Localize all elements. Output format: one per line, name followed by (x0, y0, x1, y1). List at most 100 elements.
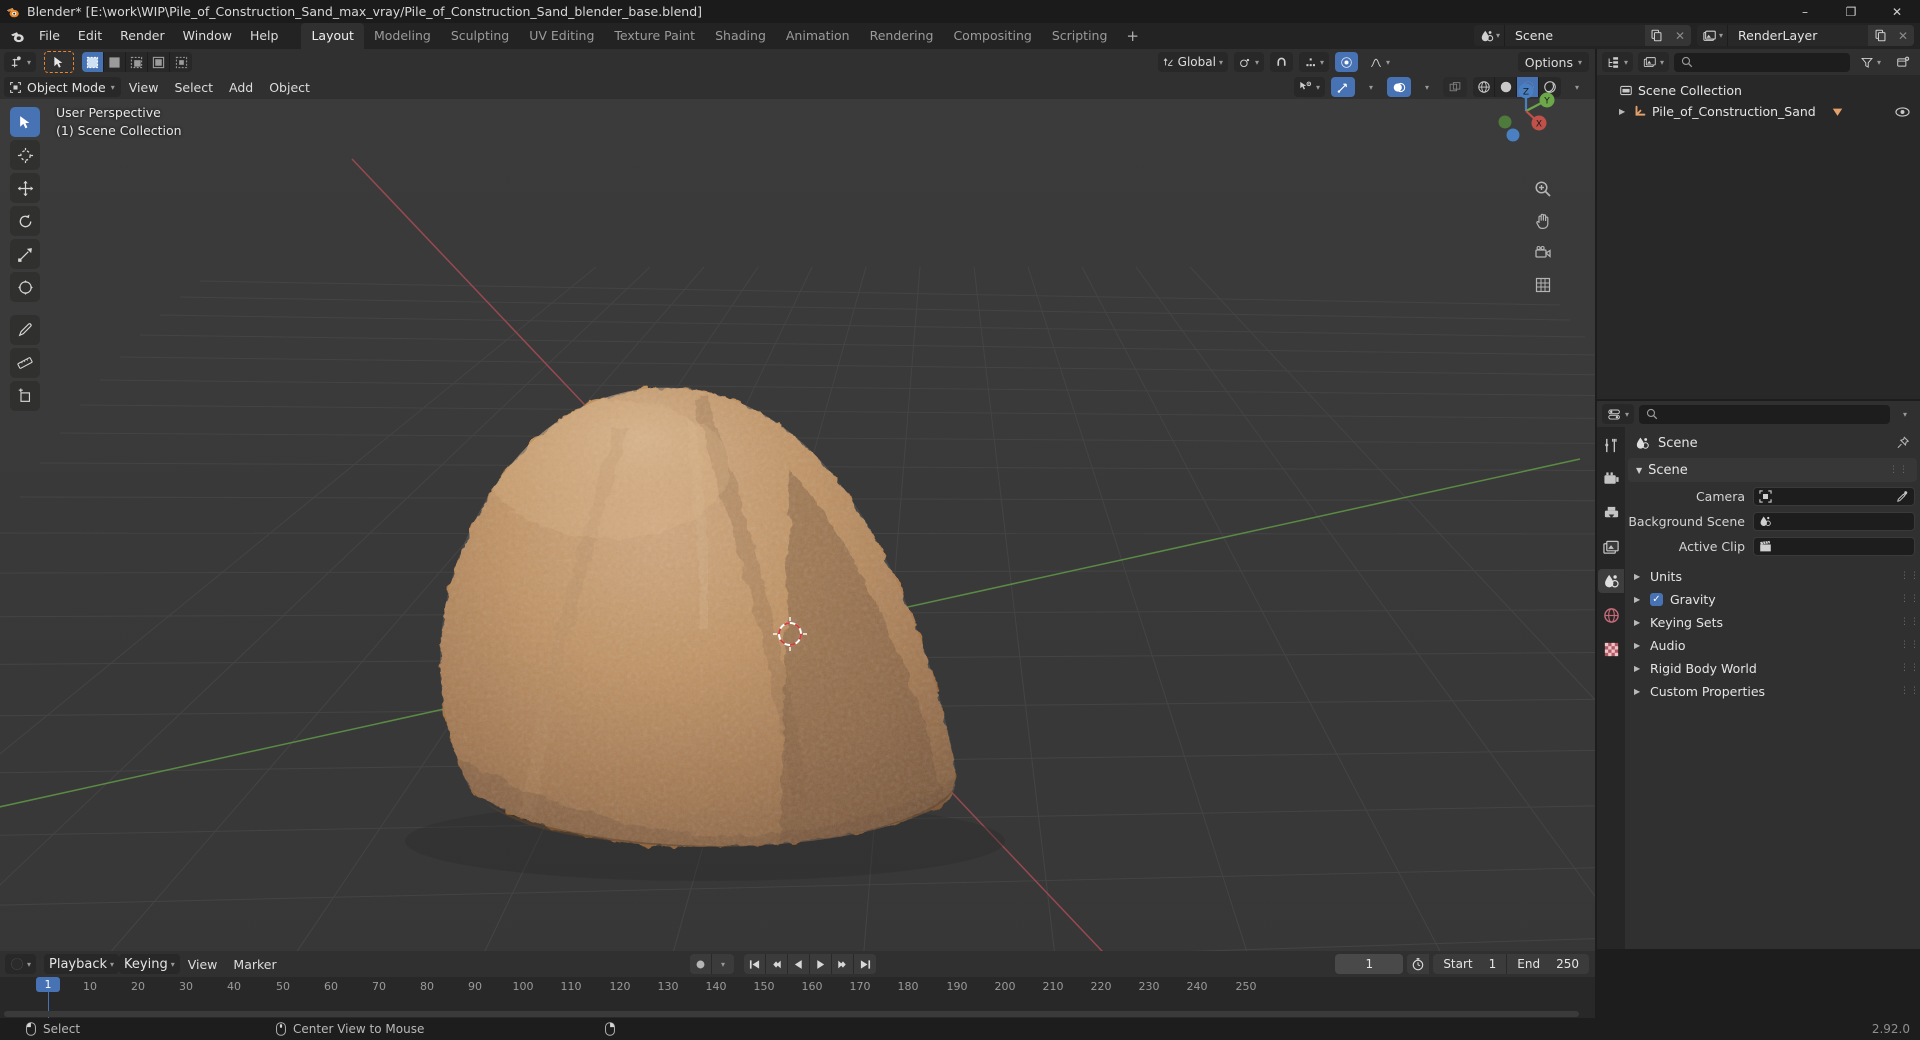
viewport-3d[interactable]: ▾ Global ▾ ▾ ▾ ▾ Options ▾ Object Mode ▾… (0, 49, 1595, 999)
scene-browse-icon[interactable]: ▾ (1473, 25, 1505, 46)
viewport-menu-object[interactable]: Object (261, 77, 318, 98)
timeline-ruler[interactable]: 1 10 20 30 40 50 60 70 80 90 100 110 120… (0, 977, 1595, 1022)
show-gizmo-toggle[interactable] (1331, 77, 1355, 97)
menu-help[interactable]: Help (241, 26, 288, 46)
timeline-menu-keying[interactable]: Keying ▾ (119, 954, 180, 974)
frame-range-group[interactable]: Start 1 End 250 (1433, 954, 1589, 974)
shading-settings-dropdown[interactable]: ▾ (1567, 77, 1587, 97)
properties-tab-world[interactable] (1598, 603, 1624, 627)
annotate-tool[interactable] (10, 315, 40, 345)
active-clip-field[interactable] (1753, 536, 1915, 556)
viewport-canvas[interactable] (0, 99, 1595, 999)
outliner-filter-funnel-icon[interactable]: ▾ (1855, 52, 1886, 72)
select-invert-button[interactable] (148, 52, 171, 72)
sub-panel-rigid-body-world[interactable]: ▶ Rigid Body World ⋮⋮ (1625, 657, 1920, 680)
select-set-button[interactable] (82, 52, 105, 72)
camera-view-icon[interactable] (1531, 241, 1555, 265)
sub-panel-custom-properties[interactable]: ▶ Custom Properties ⋮⋮ (1625, 680, 1920, 703)
timeline-menu-marker[interactable]: Marker (225, 954, 284, 975)
move-tool[interactable] (10, 173, 40, 203)
proportional-editing-toggle[interactable] (1334, 52, 1358, 72)
properties-search-input[interactable] (1639, 404, 1890, 424)
view-layer-selector[interactable]: ▾ RenderLayer ✕ (1696, 25, 1914, 46)
toggle-ortho-icon[interactable] (1531, 273, 1555, 297)
modifier-triangle-icon[interactable] (1831, 106, 1844, 118)
viewport-menu-add[interactable]: Add (221, 77, 261, 98)
select-mode-group[interactable] (82, 52, 193, 72)
pan-hand-icon[interactable] (1531, 209, 1555, 233)
select-intersect-button[interactable] (170, 52, 193, 72)
panel-header-scene[interactable]: ▼ Scene ⋮⋮ (1628, 458, 1917, 482)
outliner-search-input[interactable] (1674, 52, 1850, 72)
timeline-scrollbar[interactable] (4, 1011, 1579, 1017)
eye-icon[interactable] (1895, 106, 1910, 118)
stopwatch-icon[interactable] (1407, 954, 1430, 974)
chevron-right-icon[interactable]: ▶ (1634, 572, 1643, 581)
tab-compositing[interactable]: Compositing (943, 23, 1041, 49)
proportional-falloff-dropdown[interactable]: ▾ (1364, 52, 1395, 72)
snap-magnet-button[interactable] (1269, 52, 1293, 72)
navigation-gizmo[interactable]: Z Y X (1492, 77, 1560, 145)
overlays-settings-dropdown[interactable]: ▾ (1417, 77, 1437, 97)
playhead[interactable]: 1 (36, 977, 60, 992)
menu-window[interactable]: Window (174, 26, 241, 46)
zoom-icon[interactable] (1531, 177, 1555, 201)
xray-toggle[interactable] (1443, 77, 1467, 97)
add-cube-tool[interactable] (10, 381, 40, 411)
view-layer-name[interactable]: RenderLayer (1728, 25, 1868, 46)
viewport-scene[interactable] (0, 99, 1595, 999)
scene-name[interactable]: Scene (1504, 25, 1645, 46)
gizmo-settings-dropdown[interactable]: ▾ (1361, 77, 1381, 97)
sub-panel-units[interactable]: ▶ Units ⋮⋮ (1625, 565, 1920, 588)
show-overlays-toggle[interactable] (1387, 77, 1411, 97)
outliner-filter-collection-dropdown[interactable]: ▾ (1638, 52, 1670, 72)
snap-settings-dropdown[interactable]: ▾ (1298, 52, 1329, 72)
menu-render[interactable]: Render (111, 26, 174, 46)
properties-tab-texture[interactable] (1598, 637, 1624, 661)
record-keyframes-icon[interactable] (690, 954, 712, 974)
end-frame-field[interactable]: End 250 (1507, 954, 1589, 974)
outliner-row-object[interactable]: ▶ Pile_of_Construction_Sand (1597, 101, 1920, 122)
chevron-right-icon[interactable]: ▶ (1619, 107, 1628, 116)
chevron-right-icon[interactable]: ▶ (1634, 641, 1643, 650)
tab-texture-paint[interactable]: Texture Paint (604, 23, 705, 49)
next-keyframe-icon[interactable] (832, 954, 854, 974)
transform-tool[interactable] (10, 272, 40, 302)
camera-field[interactable] (1753, 486, 1915, 506)
play-reverse-icon[interactable] (788, 954, 810, 974)
cursor-tool[interactable] (10, 140, 40, 170)
outliner-display-mode-dropdown[interactable]: ▾ (1602, 52, 1634, 72)
auto-keyframe-group[interactable]: ▾ (690, 954, 734, 974)
current-frame-field[interactable]: 1 (1335, 954, 1404, 974)
remove-view-layer-button[interactable]: ✕ (1892, 25, 1914, 46)
tweak-select-tool-button[interactable] (44, 51, 75, 73)
jump-to-end-icon[interactable] (854, 954, 876, 974)
menu-edit[interactable]: Edit (69, 26, 111, 46)
chevron-right-icon[interactable]: ▶ (1634, 664, 1643, 673)
transform-orientation-dropdown[interactable]: Global ▾ (1157, 52, 1228, 72)
sub-panel-audio[interactable]: ▶ Audio ⋮⋮ (1625, 634, 1920, 657)
transform-pivot-dropdown[interactable]: ▾ (4, 52, 37, 72)
view-layer-browse-icon[interactable]: ▾ (1696, 25, 1728, 46)
outliner-row-scene-collection[interactable]: Scene Collection (1597, 80, 1920, 101)
properties-tab-tool[interactable] (1598, 433, 1624, 457)
timeline-menu-playback[interactable]: Playback ▾ (44, 954, 120, 974)
pivot-point-dropdown[interactable]: ▾ (1233, 52, 1264, 72)
properties-editor-type-dropdown[interactable]: ▾ (1602, 404, 1635, 424)
properties-options-dropdown[interactable]: ▾ (1895, 404, 1915, 424)
viewport-options-dropdown[interactable]: Options ▾ (1517, 52, 1589, 72)
viewport-menu-view[interactable]: View (121, 77, 167, 98)
timeline-editor[interactable]: ▾ Playback ▾ Keying ▾ View Marker ▾ 1 St… (0, 951, 1595, 1022)
tab-uv-editing[interactable]: UV Editing (519, 23, 604, 49)
viewport-menu-select[interactable]: Select (166, 77, 221, 98)
timeline-menu-view[interactable]: View (180, 954, 226, 975)
menu-file[interactable]: File (30, 26, 69, 46)
new-collection-icon[interactable] (1891, 52, 1915, 72)
properties-tab-scene[interactable] (1598, 569, 1624, 593)
chevron-right-icon[interactable]: ▶ (1634, 687, 1643, 696)
maximize-button[interactable]: ❐ (1828, 0, 1874, 23)
tab-scripting[interactable]: Scripting (1042, 23, 1118, 49)
new-view-layer-button[interactable] (1868, 25, 1892, 46)
tab-rendering[interactable]: Rendering (860, 23, 944, 49)
jump-to-start-icon[interactable] (744, 954, 766, 974)
